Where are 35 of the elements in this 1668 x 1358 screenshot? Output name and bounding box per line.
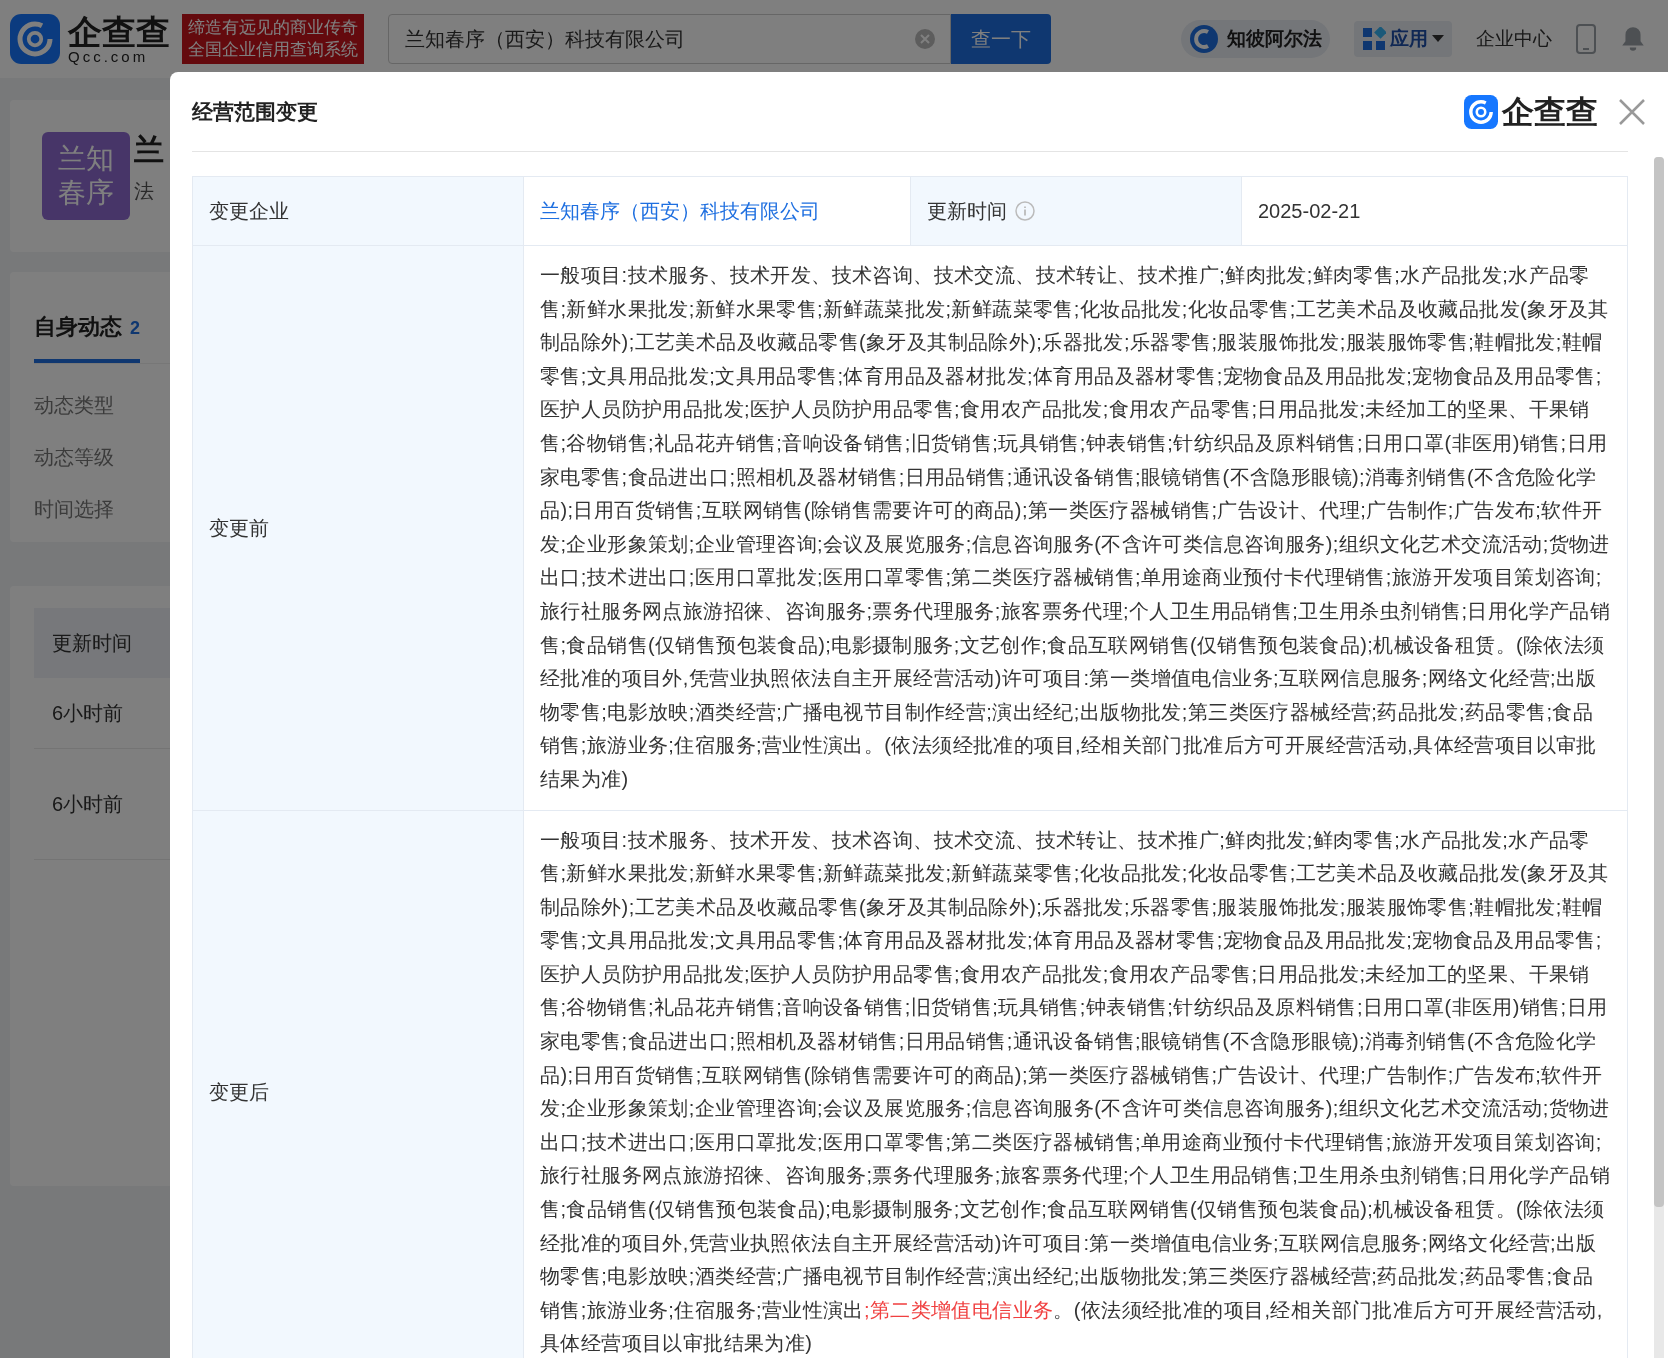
apps-icon [1362,27,1386,51]
logo-domain: Qcc.com [68,48,150,64]
enterprise-center-link[interactable]: 企业中心 [1476,24,1552,54]
clear-icon[interactable] [915,29,935,49]
caret-icon [1432,35,1444,43]
brand-logo-icon [1464,94,1498,129]
label-cell: 变更企业 [193,177,524,245]
company-name: 兰 [134,132,164,168]
scope-paragraph: 一般项目:技术服务、技术开发、技术咨询、技术交流、技术转让、技术推广;鲜肉批发;鲜肉零售;水产品批发;水产品零售;新鲜水果批发;新鲜水果零售;新鲜蔬菜批发;新鲜蔬菜零售;化妆品批发;化妆品零售;工艺美术品及收藏品批发(象牙及其制品除外);工艺美术品及收藏品零售(象牙及其制品除外);乐器批发;乐器零售;服装服饰批发;服装服饰零售;鞋帽批发;鞋帽零售;文具用品批发;文具用品零售;体育用品及器材批发;体育用品及器材零售;宠物食品及用品批发;宠物食品及用品零售;医护人员防护用品批发;医护人员防护用品零售;食用农产品批发;食用农产品零售;日用品批发;未经加工的坚果、干果销售;谷物销售;礼品花卉销售;音响设备销售;旧货销售;玩具销售;钟表销售;针纺织品及原料销售;日用口罩(非医用)销售;日用家电零售;食品进出口;照相机及器材销售;日用品销售;通讯设备销售;眼镜销售(不含隐形眼镜);消毒剂销售(不含危险化学品);日用百货销售;互联网销售(除销售需要许可的商品);第一类医疗器械销售;广告设计、代理;广告制作;广告发布;软件开发;企业形象策划;企业管理咨询;会议及展览服务;信息咨询服务(不含许可类信息咨询服务);组织文化艺术交流活动;货物进出口;技术进出口;医用口罩批发;医用口罩零售;第二类医疗器械销售;单用途商业预付卡代理销售;旅游开发项目策划咨询;旅行社服务网点旅游招徕、咨询服务;票务代理服务;旅客票务代理;个人卫生用品销售;卫生用杀虫剂销售;日用化学产品销售;食品销售(仅销售预包装食品);电影摄制服务;文艺创作;食品互联网销售(仅销售预包装食品);机械设备租赁。(除依法须经批准的项目外,凭营业执照依法自主开展经营活动)许可项目:第一类增值电信业务;互联网信息服务;网络文化经营;出版物零售;电影放映;酒类经营;广播电视节目制作经营;演出经纪;出版物批发;第三类医疗器械经营;药品批发;药品零售;食品销售;旅游业务;住宿服务;营业性演出;第二类增值电信业务。(依法须经批准的项目,经相关部门批准后方可开展经营活动,具体经营项目以审批结果为准) [540,827,1612,1357]
info-icon[interactable] [1015,201,1035,221]
search-button[interactable]: 查一下 [951,14,1051,64]
alpha-logo-icon [1189,24,1219,54]
scope-paragraph: 一般项目:技术服务、技术开发、技术咨询、技术交流、技术转让、技术推广;鲜肉批发;鲜肉零售;水产品批发;水产品零售;新鲜水果批发;新鲜水果零售;新鲜蔬菜批发;新鲜蔬菜零售;化妆品批发;化妆品零售;工艺美术品及收藏品批发(象牙及其制品除外);工艺美术品及收藏品零售(象牙及其制品除外);乐器批发;乐器零售;服装服饰批发;服装服饰零售;鞋帽批发;鞋帽零售;文具用品批发;文具用品零售;体育用品及器材批发;体育用品及器材零售;宠物食品及用品批发;宠物食品及用品零售;医护人员防护用品批发;医护人员防护用品零售;食用农产品批发;食用农产品零售;日用品批发;未经加工的坚果、干果销售;谷物销售;礼品花卉销售;音响设备销售;旧货销售;玩具销售;钟表销售;针纺织品及原料销售;日用口罩(非医用)销售;日用家电零售;食品进出口;照相机及器材销售;日用品销售;通讯设备销售;眼镜销售(不含隐形眼镜);消毒剂销售(不含危险化学品);日用百货销售;互联网销售(除销售需要许可的商品);第一类医疗器械销售;广告设计、代理;广告制作;广告发布;软件开发;企业形象策划;企业管理咨询;会议及展览服务;信息咨询服务(不含许可类信息咨询服务);组织文化艺术交流活动;货物进出口;技术进出口;医用口罩批发;医用口罩零售;第二类医疗器械销售;单用途商业预付卡代理销售;旅游开发项目策划咨询;旅行社服务网点旅游招徕、咨询服务;票务代理服务;旅客票务代理;个人卫生用品销售;卫生用杀虫剂销售;日用化学产品销售;食品销售(仅销售预包装食品);电影摄制服务;文艺创作;食品互联网销售(仅销售预包装食品);机械设备租赁。(除依法须经批准的项目外,凭营业执照依法自主开展经营活动)许可项目:第一类增值电信业务;互联网信息服务;网络文化经营;出版物零售;电影放映;酒类经营;广播电视节目制作经营;演出经纪;出版物批发;第三类医疗器械经营;药品批发;药品零售;食品销售;旅游业务;住宿服务;营业性演出。(依法须经批准的项目,经相关部门批准后方可开展经营活动,具体经营项目以审批结果为准) [540,263,1612,792]
filter-label: 时间选择 [34,497,115,522]
phone-icon[interactable] [1576,24,1596,54]
logo-text: 企查查 [68,14,170,49]
search-field[interactable]: 兰知春序（西安）科技有限公司 [388,14,951,64]
slogan-banner: 缔造有远见的商业传奇 全国企业信用查询系统 [182,14,364,64]
bell-icon[interactable] [1620,25,1646,53]
qcc-logo-icon [10,14,60,64]
label-cell: 变更前 [193,245,524,810]
brand-name: 企查查 [1502,92,1598,132]
tab[interactable]: 自身动态 2 [34,272,140,363]
company-avatar: 兰知 春序 [42,132,130,220]
modal-title: 经营范围变更 [192,98,318,125]
company-link[interactable]: 兰知春序（西安）科技有限公司 [540,196,820,226]
alpha-button[interactable]: 知彼阿尔法 [1181,20,1330,58]
label-cell: 变更后 [193,809,524,1358]
close-icon[interactable] [1618,97,1646,126]
apps-menu-button[interactable]: 应用 [1354,20,1452,58]
company-info: 法 [134,179,155,204]
filter-label: 动态等级 [34,445,115,470]
table-cell-text: 2025-02-21 [1257,199,1362,224]
filter-label: 动态类型 [34,393,115,418]
label-text: 更新时间 [927,199,1007,224]
